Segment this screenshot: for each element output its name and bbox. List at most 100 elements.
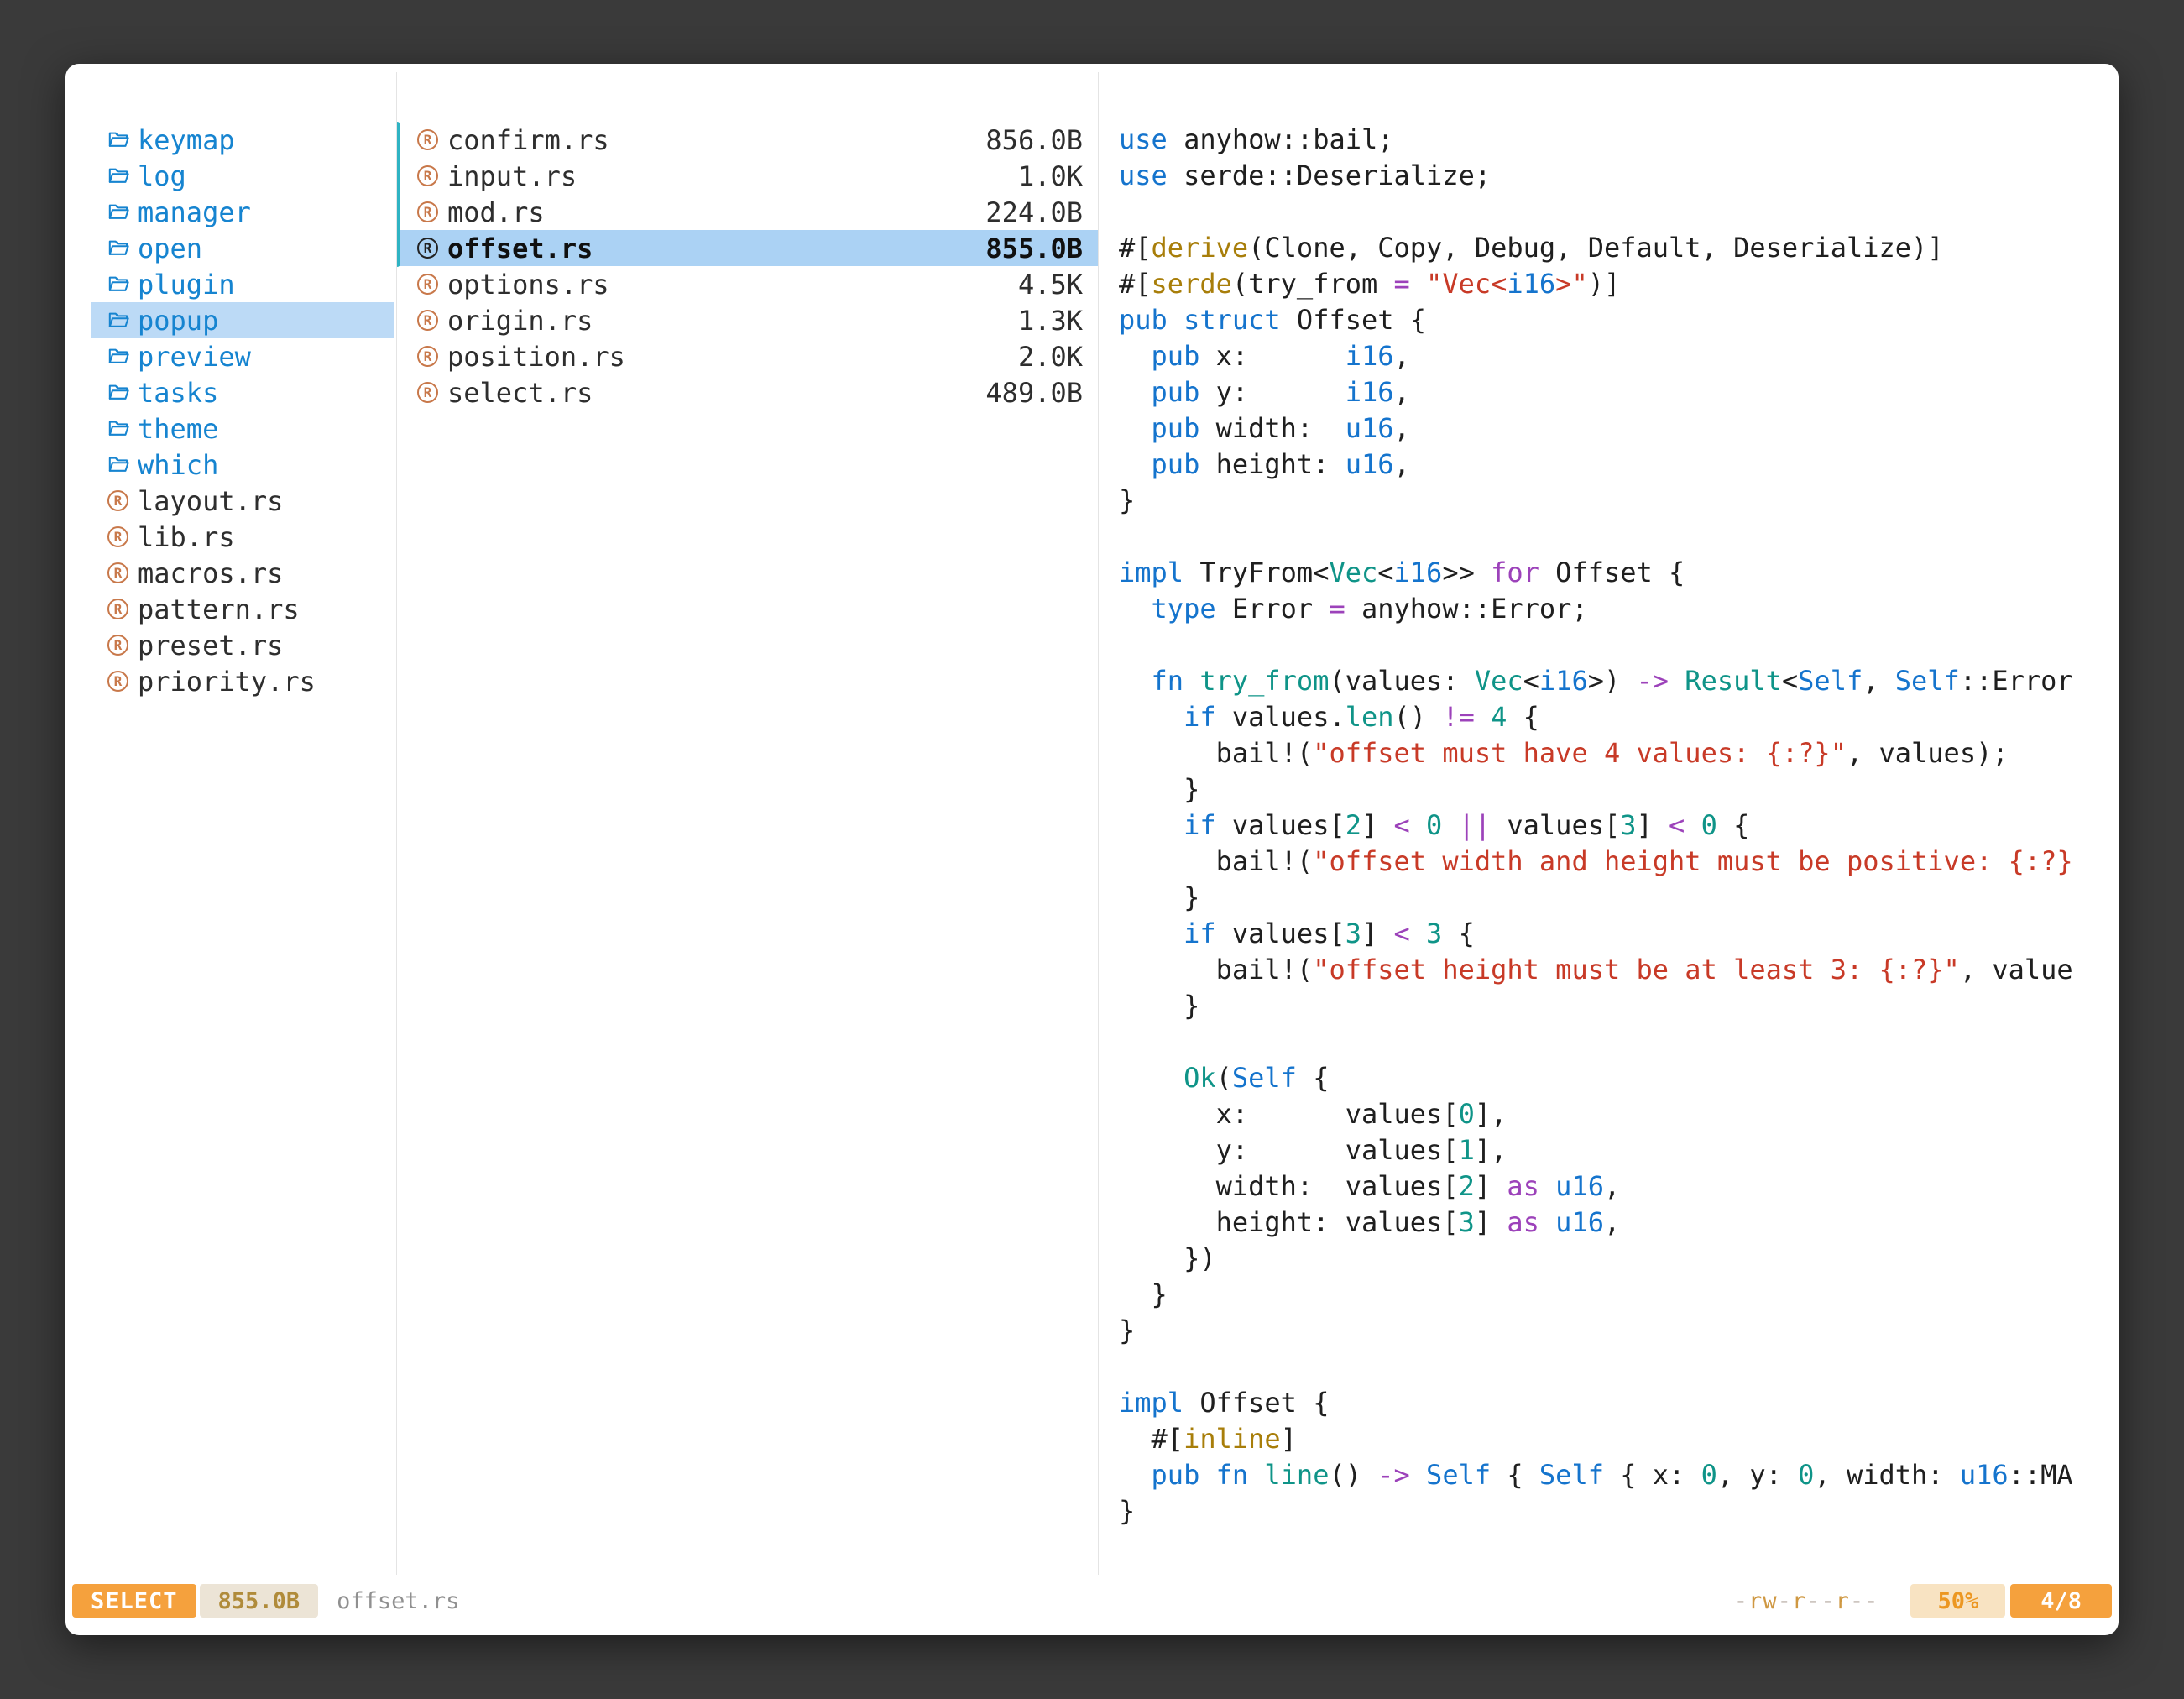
file-item-select.rs[interactable]: Rselect.rs 489.0B	[397, 374, 1098, 410]
code-line: width: values[2] as u16,	[1119, 1168, 2119, 1205]
dir-item-theme[interactable]: theme	[91, 410, 394, 447]
file-item-input.rs[interactable]: Rinput.rs1.0K	[397, 158, 1098, 194]
dir-item-open[interactable]: open	[91, 230, 394, 266]
code-line: type Error = anyhow::Error;	[1119, 591, 2119, 627]
code-line: fn try_from(values: Vec<i16>) -> Result<…	[1119, 663, 2119, 699]
code-line: Ok(Self {	[1119, 1060, 2119, 1096]
file-size: 224.0B	[985, 196, 1083, 228]
item-name: plugin	[138, 269, 235, 301]
code-line: #[derive(Clone, Copy, Debug, Default, De…	[1119, 230, 2119, 266]
dir-item-which[interactable]: which	[91, 447, 394, 483]
rust-file-icon: R	[107, 562, 128, 583]
item-name: theme	[138, 413, 218, 445]
panes-container: keymap log manager open plugin popup previewta…	[65, 72, 2119, 1575]
rust-file-icon: R	[107, 526, 128, 547]
code-line: }	[1119, 1313, 2119, 1349]
file-item-priority.rs[interactable]: Rpriority.rs	[91, 663, 394, 699]
file-size: 1.0K	[1018, 160, 1083, 192]
preview-pane: use anyhow::bail;use serde::Deserialize;…	[1099, 72, 2119, 1575]
code-line	[1119, 194, 2119, 230]
code-line: }	[1119, 880, 2119, 916]
code-line: #[inline]	[1119, 1421, 2119, 1457]
file-item-offset.rs[interactable]: Roffset.rs855.0B	[397, 230, 1098, 266]
item-name: position.rs	[447, 341, 625, 373]
code-line: pub y: i16,	[1119, 374, 2119, 410]
folder-icon	[107, 381, 130, 404]
item-name: open	[138, 233, 202, 264]
rust-file-icon: R	[417, 274, 438, 295]
code-line	[1119, 627, 2119, 663]
file-item-origin.rs[interactable]: Rorigin.rs 1.3K	[397, 302, 1098, 338]
cursor-position-badge: 4/8	[2010, 1584, 2112, 1618]
code-line: impl Offset {	[1119, 1385, 2119, 1421]
item-name: keymap	[138, 124, 235, 156]
file-size: 855.0B	[985, 233, 1083, 264]
status-filename: offset.rs	[337, 1588, 459, 1614]
item-name: origin.rs	[447, 305, 593, 337]
item-name: pattern.rs	[138, 593, 300, 625]
code-line: }	[1119, 483, 2119, 519]
item-name: select.rs	[447, 377, 593, 409]
dir-item-log[interactable]: log	[91, 158, 394, 194]
rust-file-icon: R	[107, 599, 128, 619]
item-name: mod.rs	[447, 196, 545, 228]
folder-icon	[107, 273, 130, 295]
item-name: lib.rs	[138, 521, 235, 553]
code-line: use serde::Deserialize;	[1119, 158, 2119, 194]
code-line: pub x: i16,	[1119, 338, 2119, 374]
code-line: pub width: u16,	[1119, 410, 2119, 447]
code-line: pub fn line() -> Self { Self { x: 0, y: …	[1119, 1457, 2119, 1493]
file-item-mod.rs[interactable]: Rmod.rs224.0B	[397, 194, 1098, 230]
file-item-preset.rs[interactable]: Rpreset.rs	[91, 627, 394, 663]
code-line: height: values[3] as u16,	[1119, 1205, 2119, 1241]
code-line: pub struct Offset {	[1119, 302, 2119, 338]
file-item-options.rs[interactable]: Roptions.rs4.5K	[397, 266, 1098, 302]
file-item-macros.rs[interactable]: Rmacros.rs	[91, 555, 394, 591]
code-line: x: values[0],	[1119, 1096, 2119, 1132]
dir-item-manager[interactable]: manager	[91, 194, 394, 230]
item-name: manager	[138, 196, 251, 228]
file-size: 1.3K	[1018, 305, 1083, 337]
file-item-lib.rs[interactable]: Rlib.rs	[91, 519, 394, 555]
file-item-position.rs[interactable]: Rposition.rs2.0K	[397, 338, 1098, 374]
code-line: impl TryFrom<Vec<i16>> for Offset {	[1119, 555, 2119, 591]
code-line: use anyhow::bail;	[1119, 122, 2119, 158]
dir-item-plugin[interactable]: plugin	[91, 266, 394, 302]
rust-file-icon: R	[107, 635, 128, 656]
item-name: priority.rs	[138, 666, 316, 698]
file-size: 4.5K	[1018, 269, 1083, 301]
code-line	[1119, 1024, 2119, 1060]
code-line: y: values[1],	[1119, 1132, 2119, 1168]
file-item-layout.rs[interactable]: Rlayout.rs	[91, 483, 394, 519]
scroll-percent-badge: 50%	[1910, 1584, 2005, 1618]
code-line: bail!("offset width and height must be p…	[1119, 844, 2119, 880]
dir-item-tasks[interactable]: tasks	[91, 374, 394, 410]
code-line: }	[1119, 1493, 2119, 1529]
rust-file-icon: R	[417, 238, 438, 259]
code-line: if values.len() != 4 {	[1119, 699, 2119, 735]
code-line: if values[3] < 3 {	[1119, 916, 2119, 952]
rust-file-icon: R	[417, 382, 438, 403]
code-line	[1119, 1349, 2119, 1385]
parent-pane: keymap log manager open plugin popup previewta…	[65, 72, 396, 1575]
file-item-confirm.rs[interactable]: Rconfirm.rs856.0B	[397, 122, 1098, 158]
item-name: log	[138, 160, 186, 192]
dir-item-popup[interactable]: popup	[91, 302, 394, 338]
file-item-pattern.rs[interactable]: Rpattern.rs	[91, 591, 394, 627]
code-line: }	[1119, 1277, 2119, 1313]
item-name: preview	[138, 341, 251, 373]
item-name: which	[138, 449, 218, 481]
rust-file-icon: R	[417, 310, 438, 331]
folder-icon	[107, 128, 130, 151]
file-size: 489.0B	[985, 377, 1083, 409]
folder-icon	[107, 165, 130, 187]
dir-item-preview[interactable]: preview	[91, 338, 394, 374]
scroll-indicator[interactable]	[396, 122, 400, 267]
mode-badge: SELECT	[72, 1584, 196, 1618]
item-name: popup	[138, 305, 218, 337]
file-size-badge: 855.0B	[200, 1584, 319, 1618]
current-pane-list: Rconfirm.rs856.0B Rinput.rs 1.0K Rmod.rs 224…	[397, 122, 1098, 410]
folder-icon	[107, 345, 130, 368]
item-name: input.rs	[447, 160, 577, 192]
dir-item-keymap[interactable]: keymap	[91, 122, 394, 158]
